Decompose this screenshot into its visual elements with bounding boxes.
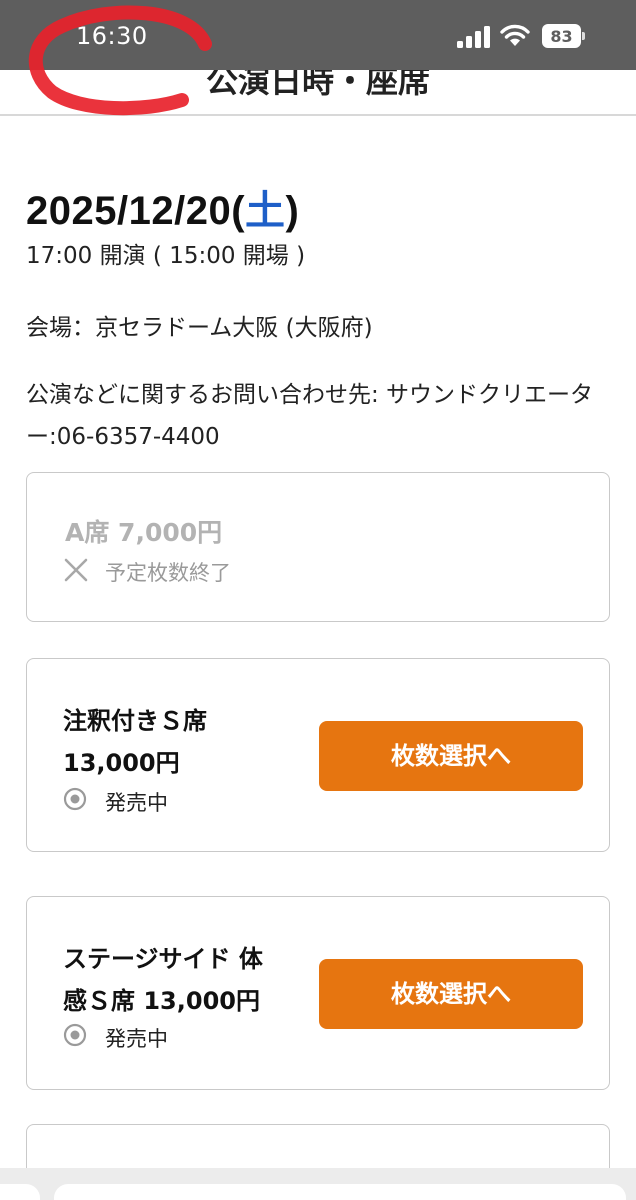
seat-name: 注釈付きＳ席 (63, 707, 207, 735)
circle-icon (63, 787, 87, 811)
x-icon (64, 558, 88, 582)
status-bar: 16:30 83 (0, 0, 636, 70)
select-quantity-button[interactable]: 枚数選択へ (319, 721, 583, 791)
battery-level: 83 (550, 27, 573, 46)
performance-date: 2025/12/20(土) (26, 189, 300, 233)
page-header: 公演日時・座席 (0, 70, 636, 116)
venue: 会場：京セラドーム大阪 (大阪府) (26, 315, 373, 341)
seat-card-annotated-s: 注釈付きＳ席 13,000円 発売中 枚数選択へ (26, 658, 610, 852)
seat-status: 予定枚数終了 (105, 561, 231, 585)
weekday-saturday: 土 (245, 189, 286, 233)
browser-address-bar[interactable] (54, 1184, 626, 1200)
seat-status: 発売中 (105, 791, 168, 815)
battery-icon: 83 (542, 24, 586, 48)
seat-price: 感Ｓ席 13,000円 (63, 987, 260, 1015)
circle-icon (63, 1023, 87, 1047)
page-title: 公演日時・座席 (205, 70, 430, 100)
seat-price: 13,000円 (63, 749, 180, 777)
wifi-icon (500, 24, 530, 46)
seat-card-a: A席 7,000円 予定枚数終了 (26, 472, 610, 622)
browser-tab-edge[interactable] (0, 1184, 40, 1200)
performance-time: 17:00 開演 ( 15:00 開場 ) (26, 243, 306, 269)
status-time: 16:30 (76, 22, 148, 50)
seat-name: ステージサイド 体 (63, 945, 263, 973)
seat-status: 発売中 (105, 1027, 168, 1051)
signal-icon (457, 26, 490, 48)
contact-info: 公演などに関するお問い合わせ先: サウンドクリエーター:06-6357-4400 (26, 382, 594, 450)
seat-name: A席 7,000円 (65, 518, 223, 547)
seat-card-stage-side-s: ステージサイド 体 感Ｓ席 13,000円 発売中 枚数選択へ (26, 896, 610, 1090)
select-quantity-button[interactable]: 枚数選択へ (319, 959, 583, 1029)
